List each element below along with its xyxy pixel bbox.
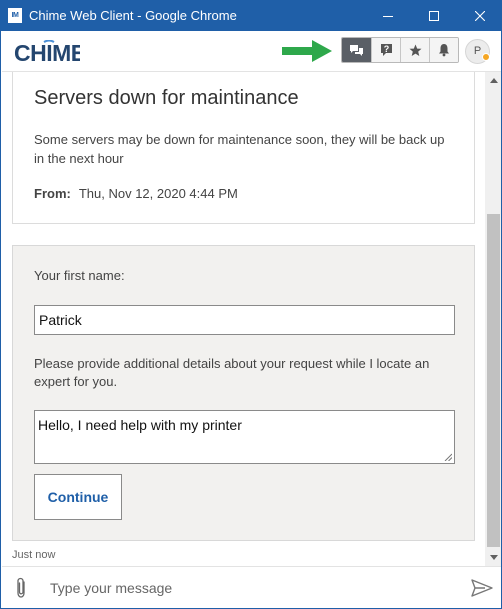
request-form: Your first name: Please provide addition… <box>12 245 475 541</box>
first-name-label: Your first name: <box>34 268 125 283</box>
notice-from-label: From: <box>34 186 71 201</box>
chat-button[interactable] <box>342 38 371 62</box>
chevron-down-icon <box>489 555 498 560</box>
scroll-down-button[interactable] <box>485 549 501 566</box>
scroll-thumb[interactable] <box>487 214 500 547</box>
paperclip-icon[interactable] <box>14 577 28 599</box>
notice-from: From: Thu, Nov 12, 2020 4:44 PM <box>34 186 238 201</box>
details-label: Please provide additional details about … <box>34 356 430 389</box>
help-icon: ? <box>380 44 392 56</box>
app-icon: IM <box>8 8 22 23</box>
chat-transcript: Servers down for maintinance Some server… <box>2 72 485 566</box>
minimize-button[interactable] <box>365 0 411 31</box>
header-icon-group: ? <box>341 37 459 63</box>
app-header: CHIME ? P <box>2 31 501 72</box>
message-composer <box>2 566 501 608</box>
maximize-button[interactable] <box>411 0 457 31</box>
scroll-up-button[interactable] <box>485 72 501 89</box>
first-name-input[interactable] <box>34 305 455 335</box>
status-indicator <box>482 53 490 61</box>
notice-body: Some servers may be down for maintenance… <box>34 132 445 166</box>
notice-title: Servers down for maintinance <box>34 87 299 109</box>
send-icon[interactable] <box>471 579 493 597</box>
notice-from-value: Thu, Nov 12, 2020 4:44 PM <box>78 186 238 201</box>
resize-grip-icon[interactable] <box>444 453 452 461</box>
star-icon <box>409 44 421 56</box>
maximize-icon <box>429 10 439 21</box>
notifications-button[interactable] <box>429 38 458 62</box>
chime-logo-text: CHIME <box>14 40 80 64</box>
continue-button[interactable]: Continue <box>34 474 122 520</box>
browser-window: IM Chime Web Client - Google Chrome CHIM… <box>0 0 502 609</box>
close-button[interactable] <box>457 0 501 31</box>
chevron-up-icon <box>489 78 498 83</box>
title-bar: IM Chime Web Client - Google Chrome <box>1 0 501 31</box>
message-input[interactable] <box>50 575 450 601</box>
green-arrow-icon <box>282 40 332 62</box>
chime-logo: CHIME <box>14 40 80 64</box>
notice-card: Servers down for maintinance Some server… <box>12 72 475 224</box>
details-textarea[interactable]: Hello, I need help with my printer <box>34 410 455 464</box>
help-button[interactable]: ? <box>371 38 400 62</box>
svg-text:?: ? <box>383 44 389 54</box>
vertical-scrollbar[interactable] <box>485 72 501 566</box>
chat-icon <box>350 44 363 56</box>
minimize-icon <box>383 15 393 17</box>
window-title: Chime Web Client - Google Chrome <box>29 8 237 23</box>
bell-icon <box>439 44 449 57</box>
close-icon <box>475 10 485 21</box>
message-timestamp: Just now <box>12 549 56 561</box>
favorites-button[interactable] <box>400 38 429 62</box>
